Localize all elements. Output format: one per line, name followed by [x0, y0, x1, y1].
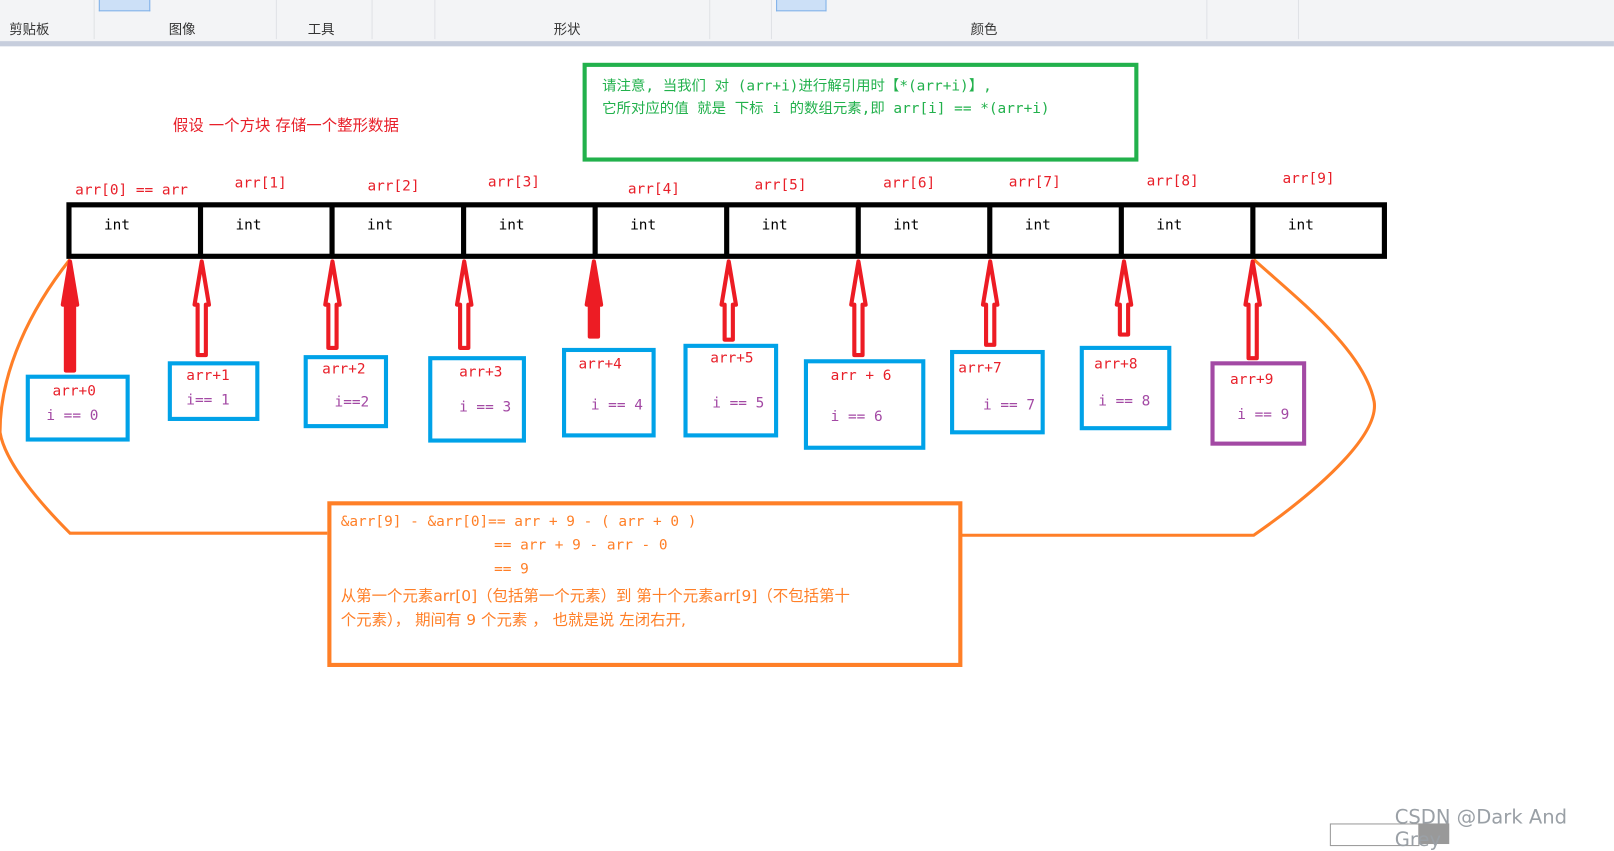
pointer-expr: arr+3 — [459, 364, 503, 381]
element-label: arr[3] — [487, 173, 540, 191]
pointer-arrow-icon — [980, 259, 1000, 347]
cell-type: int — [893, 217, 920, 234]
pointer-expr: arr + 6 — [830, 367, 892, 384]
pointer-box: arr+5 i == 5 — [683, 343, 779, 438]
pointer-box: arr+0 i == 0 — [25, 374, 130, 442]
pointer-arrow-icon — [584, 259, 604, 339]
pointer-box: arr+7 i == 7 — [950, 349, 1045, 435]
array-cell: int — [201, 205, 333, 256]
explanation-line: 从第一个元素arr[0]（包括第一个元素）到 第十个元素arr[9]（不包括第十 — [340, 586, 850, 606]
pointer-box: arr+9 i == 9 — [1210, 361, 1307, 446]
cell-type: int — [498, 217, 525, 234]
element-label: arr[4] — [627, 181, 680, 198]
pointer-index: i== 1 — [186, 392, 230, 409]
pointer-box: arr+1 i== 1 — [167, 361, 260, 421]
pointer-index: i == 5 — [712, 395, 765, 412]
explanation-line: == arr + 9 - arr - 0 — [494, 537, 668, 554]
pointer-index: i == 9 — [1237, 406, 1290, 424]
cell-type: int — [761, 217, 788, 234]
pointer-arrow-icon — [323, 259, 342, 350]
pointer-expr: arr+0 — [52, 382, 96, 400]
pointer-box: arr+8 i == 8 — [1079, 345, 1172, 431]
pointer-box: arr+3 i == 3 — [428, 356, 526, 443]
pointer-arrow-icon — [60, 259, 80, 373]
pointer-box: arr+4 i == 4 — [561, 347, 656, 438]
element-label: arr[6] — [883, 174, 936, 192]
paint-canvas: 剪贴板 图像 工具 形状 颜色 假设 一个方块 存储一个整形数据 请注意, 当我… — [0, 0, 1614, 851]
pointer-index: i == 3 — [459, 399, 512, 416]
element-label: arr[8] — [1146, 172, 1199, 190]
pointer-expr: arr+5 — [710, 349, 754, 367]
pointer-arrow-icon — [1243, 259, 1262, 361]
element-label: arr[0] == arr — [75, 182, 188, 199]
pointer-arrow-icon — [1114, 259, 1134, 337]
array-cell: int — [595, 205, 727, 256]
pointer-box: arr+2 i==2 — [303, 355, 389, 429]
pointer-index: i == 4 — [590, 397, 643, 414]
cell-type: int — [235, 217, 262, 234]
array-cell: int — [858, 205, 990, 256]
cell-type: int — [367, 217, 394, 234]
pointer-arrow-icon — [454, 259, 474, 350]
array-cell: int — [464, 205, 596, 256]
cell-type: int — [103, 217, 130, 234]
explanation-line: == 9 — [494, 560, 529, 578]
pointer-expr: arr+8 — [1094, 356, 1138, 373]
cell-type: int — [1156, 217, 1183, 234]
element-label: arr[5] — [754, 177, 807, 194]
cell-type: int — [1024, 217, 1051, 234]
pointer-box: arr + 6 i == 6 — [803, 359, 926, 450]
array-cell: int — [332, 205, 464, 256]
array-cell: int — [69, 205, 201, 256]
pointer-expr: arr+1 — [186, 367, 230, 384]
pointer-expr: arr+9 — [1230, 371, 1274, 389]
array-cell: int — [1121, 205, 1253, 256]
element-label: arr[9] — [1282, 170, 1335, 188]
pointer-index: i == 8 — [1098, 393, 1151, 410]
array-cell: int — [727, 205, 859, 256]
cell-type: int — [1287, 217, 1314, 234]
explanation-box: &arr[9] - &arr[0]== arr + 9 - ( arr + 0 … — [327, 501, 963, 667]
pointer-arrow-icon — [719, 259, 739, 342]
pointer-index: i == 6 — [830, 408, 883, 426]
pointer-expr: arr+2 — [322, 361, 366, 378]
element-label: arr[2] — [367, 178, 420, 195]
element-label: arr[1] — [234, 174, 287, 192]
element-label: arr[7] — [1008, 173, 1061, 191]
cell-type: int — [630, 217, 657, 234]
pointer-index: i==2 — [334, 394, 370, 411]
array-cell: int — [1253, 205, 1385, 256]
pointer-index: i == 7 — [982, 397, 1036, 414]
array-cell: int — [990, 205, 1122, 256]
pointer-arrow-icon — [192, 259, 212, 358]
pointer-expr: arr+7 — [958, 360, 1002, 377]
pointer-index: i == 0 — [46, 407, 99, 425]
explanation-line: 个元素）， 期间有 9 个元素 ， 也就是说 左闭右开, — [340, 610, 686, 629]
watermark: CSDN @Dark And Grey — [1394, 805, 1568, 851]
explanation-line: &arr[9] - &arr[0]== arr + 9 - ( arr + 0 … — [340, 513, 697, 531]
pointer-expr: arr+4 — [578, 356, 622, 373]
pointer-arrow-icon — [849, 259, 868, 358]
